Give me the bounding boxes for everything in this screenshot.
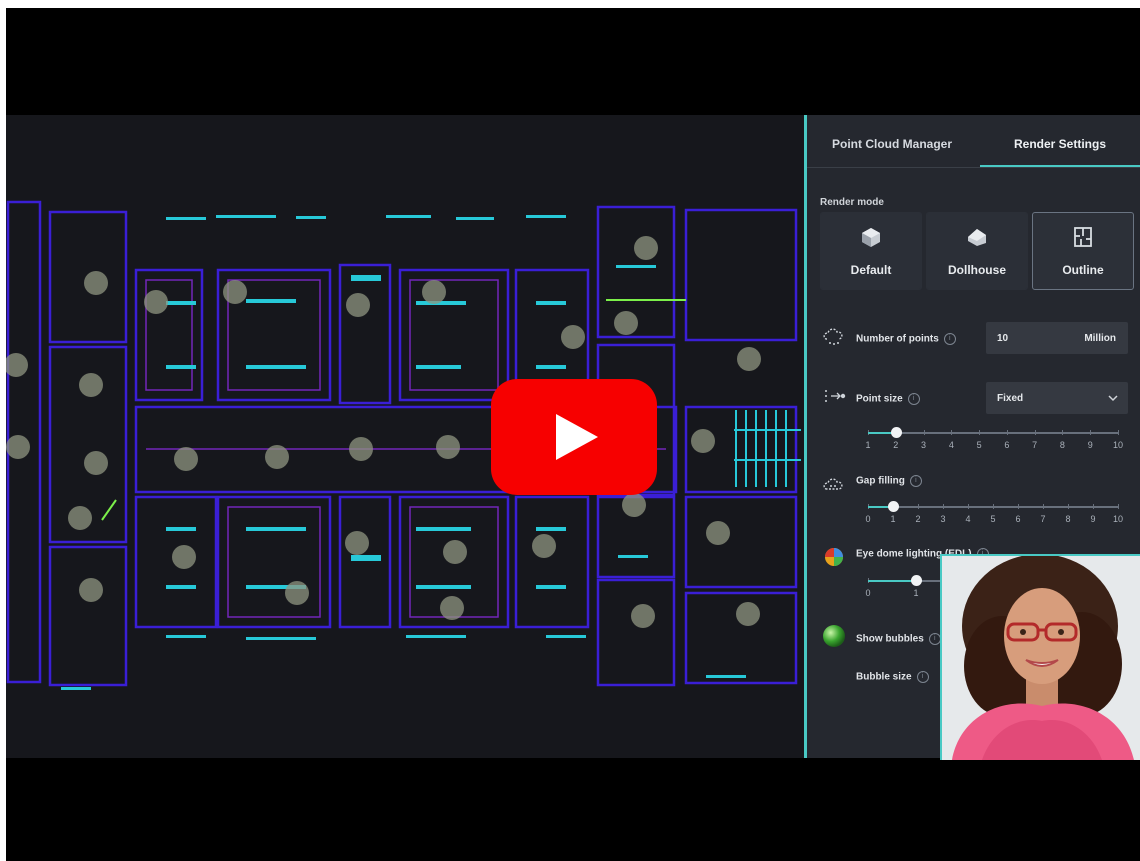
render-mode-dollhouse[interactable]: Dollhouse xyxy=(926,212,1028,290)
edl-tick-label: 1 xyxy=(913,588,919,598)
gap-filling-tick xyxy=(1068,504,1069,509)
play-icon xyxy=(556,414,598,460)
gap-filling-tick-label: 8 xyxy=(1065,514,1071,524)
gap-filling-tick-label: 2 xyxy=(915,514,921,524)
show-bubbles-row: Show bubbles i xyxy=(856,633,941,645)
house-icon xyxy=(968,229,986,246)
tab-point-cloud-manager[interactable]: Point Cloud Manager xyxy=(807,115,977,167)
render-mode-outline[interactable]: Outline xyxy=(1032,212,1134,290)
info-icon[interactable]: i xyxy=(909,475,922,487)
cube-icon xyxy=(862,228,880,247)
gap-filling-tick-label: 6 xyxy=(1015,514,1021,524)
number-of-points-row: Number of points i xyxy=(856,333,956,345)
gap-filling-tick-label: 7 xyxy=(1040,514,1046,524)
gap-filling-tick-label: 9 xyxy=(1090,514,1096,524)
floorplan-outline xyxy=(6,200,801,690)
info-icon[interactable]: i xyxy=(907,393,920,405)
point-size-tick xyxy=(1090,430,1092,435)
render-mode-outline-label: Outline xyxy=(1062,263,1104,277)
point-size-select-value: Fixed xyxy=(997,393,1024,404)
number-of-points-value: 10 xyxy=(997,333,1009,344)
gap-filling-tick xyxy=(1118,504,1119,509)
point-size-tick-label: 1 xyxy=(865,440,871,450)
point-size-row: Point size i xyxy=(856,393,920,405)
point-size-icon xyxy=(825,390,846,402)
bubble-icon xyxy=(823,625,845,647)
point-size-tick-label: 4 xyxy=(948,440,954,450)
gap-filling-icon xyxy=(823,478,843,490)
edl-slider-thumb[interactable] xyxy=(911,575,922,586)
floorplan-icon xyxy=(1074,227,1092,247)
point-size-tick xyxy=(1034,430,1036,435)
gap-filling-tick-label: 3 xyxy=(940,514,946,524)
point-size-label: Point size xyxy=(856,393,903,405)
gap-filling-tick-label: 4 xyxy=(965,514,971,524)
point-size-tick xyxy=(923,430,925,435)
points-cloud-icon xyxy=(823,328,843,345)
video-frame[interactable]: Point Cloud Manager Render Settings Rend… xyxy=(6,8,1140,861)
panel-tabs: Point Cloud Manager Render Settings xyxy=(807,115,1140,168)
gap-filling-tick-label: 10 xyxy=(1112,514,1123,524)
point-size-slider-thumb[interactable] xyxy=(890,427,902,438)
point-size-tick xyxy=(979,430,981,435)
point-size-tick-label: 10 xyxy=(1112,440,1123,450)
info-icon[interactable]: i xyxy=(916,671,929,683)
youtube-play-button[interactable] xyxy=(491,379,657,495)
info-icon[interactable]: i xyxy=(928,633,941,645)
number-of-points-label: Number of points xyxy=(856,333,939,345)
gap-filling-tick xyxy=(1093,504,1094,509)
edl-slider-fill xyxy=(868,580,916,582)
gap-filling-row: Gap filling i xyxy=(856,475,922,487)
info-icon[interactable]: i xyxy=(943,333,956,345)
render-mode-label: Render mode xyxy=(820,197,884,208)
gap-filling-tick xyxy=(943,504,944,509)
point-size-tick-label: 5 xyxy=(976,440,982,450)
point-size-tick-label: 3 xyxy=(921,440,927,450)
chevron-down-icon xyxy=(1108,395,1118,402)
point-size-select[interactable]: Fixed xyxy=(986,382,1128,414)
gap-filling-tick xyxy=(993,504,994,509)
gap-filling-tick xyxy=(1018,504,1019,509)
point-size-tick-label: 6 xyxy=(1004,440,1010,450)
edl-tick-label: 0 xyxy=(865,588,871,598)
gap-filling-tick-label: 1 xyxy=(890,514,896,524)
bubble-size-label: Bubble size xyxy=(856,671,912,683)
tab-render-settings[interactable]: Render Settings xyxy=(980,115,1140,167)
gap-filling-label: Gap filling xyxy=(856,475,905,487)
point-size-tick xyxy=(1062,430,1064,435)
gap-filling-tick xyxy=(968,504,969,509)
gap-filling-slider-thumb[interactable] xyxy=(888,501,899,512)
gap-filling-tick xyxy=(1043,504,1044,509)
edl-icon xyxy=(825,548,843,566)
point-size-tick-label: 2 xyxy=(893,440,899,450)
gap-filling-tick-label: 5 xyxy=(990,514,996,524)
point-size-tick xyxy=(951,430,953,435)
point-size-tick xyxy=(1118,430,1119,435)
render-mode-default-label: Default xyxy=(850,263,892,277)
point-size-tick-label: 9 xyxy=(1087,440,1093,450)
bubble-size-row: Bubble size i xyxy=(856,671,929,683)
gap-filling-tick xyxy=(918,504,919,509)
number-of-points-unit: Million xyxy=(1084,333,1116,344)
point-size-slider[interactable] xyxy=(868,432,1118,434)
number-of-points-input[interactable]: 10 Million xyxy=(986,322,1128,354)
render-mode-dollhouse-label: Dollhouse xyxy=(947,263,1006,277)
point-size-tick-label: 8 xyxy=(1059,440,1065,450)
show-bubbles-label: Show bubbles xyxy=(856,633,924,645)
gap-filling-tick-label: 0 xyxy=(865,514,871,524)
presenter-webcam xyxy=(940,554,1140,760)
point-size-tick xyxy=(1006,430,1008,435)
point-size-tick-label: 7 xyxy=(1032,440,1038,450)
point-cloud-viewer[interactable] xyxy=(6,115,804,758)
render-mode-default[interactable]: Default xyxy=(820,212,922,290)
presenter-photo xyxy=(942,556,1140,760)
